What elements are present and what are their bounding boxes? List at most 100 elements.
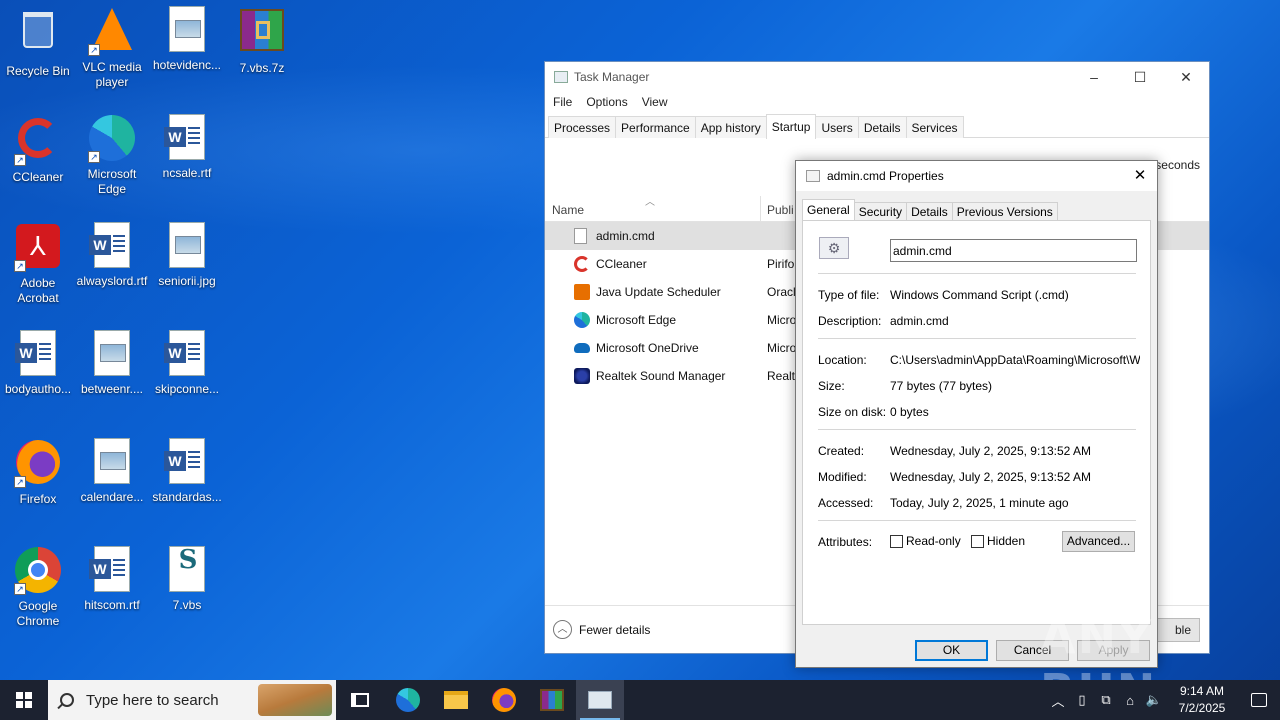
desktop-icon-7vbs[interactable]: 7.vbs	[149, 546, 225, 613]
desktop-icon-hitscom[interactable]: hitscom.rtf	[74, 546, 150, 613]
desktop-icon-label: 7.vbs	[172, 598, 202, 612]
menu-view[interactable]: View	[642, 95, 668, 109]
desktop-icon-label: seniorii.jpg	[158, 274, 216, 288]
properties-tabs: General Security Details Previous Versio…	[802, 199, 1058, 221]
desktop-icon-standardas[interactable]: standardas...	[149, 438, 225, 505]
desktop-icon-vlc[interactable]: ↗ VLC media player	[74, 6, 150, 90]
advanced-button[interactable]: Advanced...	[1062, 531, 1135, 552]
desktop-icon-bodyautho[interactable]: bodyautho...	[0, 330, 76, 397]
search-icon	[60, 693, 74, 707]
ccleaner-icon	[574, 256, 590, 272]
tab-users[interactable]: Users	[815, 116, 859, 138]
menu-options[interactable]: Options	[586, 95, 627, 109]
taskbar-search[interactable]: Type here to search	[48, 680, 336, 720]
desktop-icon-label: VLC media player	[82, 60, 142, 89]
properties-dialog: admin.cmd Properties ✕ General Security …	[795, 160, 1158, 668]
folder-icon	[444, 691, 468, 709]
desktop-icon-google-chrome[interactable]: ↗ Google Chrome	[0, 546, 76, 629]
desktop-icon-microsoft-edge[interactable]: ↗ Microsoft Edge	[74, 114, 150, 197]
tab-startup[interactable]: Startup	[765, 114, 817, 139]
desktop-icon-skipconne[interactable]: skipconne...	[149, 330, 225, 397]
realtek-icon	[574, 368, 590, 384]
taskbar-file-explorer[interactable]	[432, 680, 480, 720]
tab-security[interactable]: Security	[853, 202, 908, 221]
tab-details[interactable]: Details	[857, 116, 907, 138]
size-on-disk-value: 0 bytes	[890, 405, 929, 419]
fewer-details-button[interactable]: ︿ Fewer details	[553, 620, 650, 639]
device-icon[interactable]: ⧉	[1094, 692, 1118, 708]
notification-button[interactable]	[1238, 680, 1280, 720]
desktop-icon-ncsale[interactable]: ncsale.rtf	[149, 114, 225, 181]
winrar-icon	[540, 689, 564, 711]
search-placeholder: Type here to search	[86, 691, 219, 709]
word-doc-icon	[14, 330, 62, 378]
desktop-icon-label: Firefox	[19, 492, 57, 506]
desktop-icon-alwayslord[interactable]: alwayslord.rtf	[74, 222, 150, 289]
start-button[interactable]	[0, 680, 48, 720]
task-manager-tabs: Processes Performance App history Startu…	[545, 114, 1209, 139]
tablet-icon[interactable]: ▯	[1070, 692, 1094, 708]
desktop-icon-betweenr[interactable]: betweenr....	[74, 330, 150, 397]
task-view-button[interactable]	[336, 680, 384, 720]
clock[interactable]: 9:14 AM 7/2/2025	[1166, 683, 1238, 717]
tab-general[interactable]: General	[802, 199, 855, 221]
taskbar: Type here to search ︿ ▯ ⧉ ⌂ 🔈 9:14 AM 7/…	[0, 680, 1280, 720]
hidden-checkbox[interactable]: Hidden	[971, 534, 1025, 548]
readonly-checkbox[interactable]: Read-only	[890, 534, 961, 548]
desktop-icon-ccleaner[interactable]: ↗ CCleaner	[0, 114, 76, 185]
tab-services[interactable]: Services	[905, 116, 964, 138]
close-button[interactable]: ✕	[1163, 62, 1209, 92]
checkbox-box	[890, 534, 903, 548]
desktop-icon-recycle-bin[interactable]: Recycle Bin	[0, 6, 76, 79]
edge-icon	[574, 312, 590, 328]
word-doc-icon	[88, 222, 136, 270]
startup-row-publisher: Pirifo	[767, 257, 795, 271]
acrobat-icon: ⅄ ↗	[14, 224, 62, 272]
tab-details[interactable]: Details	[906, 202, 953, 221]
fewer-details-label: Fewer details	[579, 622, 651, 637]
ok-button[interactable]: OK	[915, 640, 988, 661]
minimize-button[interactable]: –	[1071, 62, 1117, 92]
chrome-icon: ↗	[14, 547, 62, 595]
properties-titlebar[interactable]: admin.cmd Properties	[796, 161, 1157, 191]
desktop-icon-seniorii[interactable]: seniorii.jpg	[149, 222, 225, 289]
menu-file[interactable]: File	[553, 95, 572, 109]
clock-time: 9:14 AM	[1179, 684, 1225, 698]
startup-row-publisher: Micro	[767, 341, 797, 355]
desktop-icon-calendare[interactable]: calendare...	[74, 438, 150, 505]
modified-label: Modified:	[818, 470, 867, 484]
taskbar-firefox[interactable]	[480, 680, 528, 720]
tab-previous-versions[interactable]: Previous Versions	[951, 202, 1058, 221]
taskbar-winrar[interactable]	[528, 680, 576, 720]
column-name[interactable]: Name	[552, 203, 584, 217]
volume-icon[interactable]: 🔈	[1142, 692, 1166, 708]
tab-app-history[interactable]: App history	[694, 116, 767, 138]
startup-row-name: Java Update Scheduler	[596, 285, 721, 299]
startup-row-name: CCleaner	[596, 257, 647, 271]
taskbar-edge[interactable]	[384, 680, 432, 720]
tab-processes[interactable]: Processes	[548, 116, 617, 138]
desktop-icon-label: skipconne...	[154, 382, 220, 396]
tab-performance[interactable]: Performance	[615, 116, 696, 138]
location-label: Location:	[818, 353, 867, 367]
chevron-up-icon[interactable]: ︿	[1046, 691, 1070, 710]
column-publisher[interactable]: Publi	[767, 203, 794, 217]
desktop-icon-7vbs7z[interactable]: 7.vbs.7z	[224, 6, 300, 76]
size-label: Size:	[818, 379, 845, 393]
maximize-button[interactable]: ☐	[1117, 62, 1163, 92]
desktop-icon-hotevidenc[interactable]: hotevidenc...	[149, 6, 225, 73]
network-icon[interactable]: ⌂	[1118, 693, 1142, 708]
close-icon[interactable]: ✕	[1123, 161, 1157, 191]
notification-icon	[1251, 693, 1267, 707]
desktop-icon-label: Microsoft Edge	[87, 167, 137, 196]
desktop-icon-label: standardas...	[152, 490, 222, 504]
java-icon	[574, 284, 590, 300]
startup-row-name: Realtek Sound Manager	[596, 369, 726, 383]
taskbar-task-manager[interactable]	[576, 680, 624, 720]
startup-row-publisher: Oracl	[767, 285, 796, 299]
filename-input[interactable]	[890, 239, 1137, 262]
desktop-icon-adobe-acrobat[interactable]: ⅄ ↗ Adobe Acrobat	[0, 222, 76, 306]
modified-value: Wednesday, July 2, 2025, 9:13:52 AM	[890, 470, 1092, 484]
task-view-icon	[351, 693, 369, 707]
desktop-icon-firefox[interactable]: ↗ Firefox	[0, 438, 76, 507]
